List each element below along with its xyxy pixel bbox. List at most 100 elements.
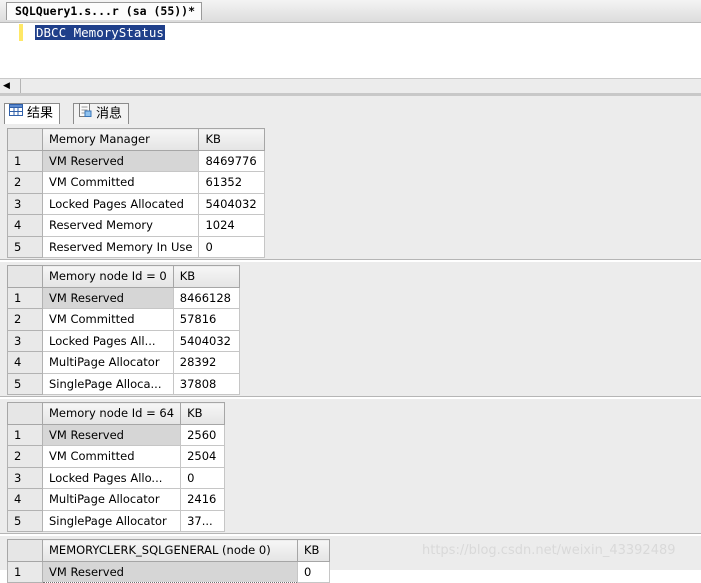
- table-row[interactable]: 3 Locked Pages Allo... 0: [7, 466, 226, 489]
- grid-header-row: MEMORYCLERK_SQLGENERAL (node 0) KB: [7, 539, 330, 562]
- document-tab-strip: SQLQuery1.s...r (sa (55))*: [0, 0, 701, 23]
- table-row[interactable]: 3 Locked Pages All... 5404032: [7, 329, 240, 352]
- grid-corner-cell[interactable]: [7, 128, 43, 151]
- grid-cell[interactable]: 8466128: [172, 286, 240, 309]
- result-grid-memory-node-0[interactable]: Memory node Id = 0 KB 1 VM Reserved 846612…: [7, 265, 240, 395]
- grid-corner-cell[interactable]: [7, 265, 43, 288]
- table-row[interactable]: 5 SinglePage Allocator 37...: [7, 509, 226, 532]
- grid-cell[interactable]: 2560: [180, 423, 226, 446]
- row-number[interactable]: 2: [7, 308, 43, 331]
- row-number[interactable]: 3: [7, 329, 43, 352]
- grid-splitter[interactable]: [0, 396, 701, 399]
- table-row[interactable]: 4 MultiPage Allocator 28392: [7, 351, 240, 374]
- column-header[interactable]: KB: [172, 265, 240, 288]
- grid-cell[interactable]: 2504: [180, 445, 226, 468]
- grid-cell[interactable]: 8469776: [198, 149, 266, 172]
- grid-cell[interactable]: MultiPage Allocator: [41, 488, 182, 511]
- row-number[interactable]: 2: [7, 171, 43, 194]
- query-text-selected[interactable]: DBCC MemoryStatus: [35, 25, 165, 40]
- tab-results[interactable]: 结果: [4, 103, 61, 124]
- row-number[interactable]: 5: [7, 509, 43, 532]
- grid-cell[interactable]: 61352: [198, 171, 266, 194]
- grid-cell[interactable]: 0: [198, 235, 266, 258]
- grid-cell[interactable]: Locked Pages Allo...: [41, 466, 182, 489]
- column-header[interactable]: KB: [180, 402, 226, 425]
- table-row[interactable]: 5 Reserved Memory In Use 0: [7, 235, 266, 258]
- grid-cell[interactable]: MultiPage Allocator: [42, 351, 174, 374]
- grid-cell[interactable]: 5404032: [198, 192, 266, 215]
- grid-cell-selected[interactable]: VM Reserved: [42, 560, 298, 583]
- grid-splitter[interactable]: [0, 533, 701, 536]
- scroll-left-icon[interactable]: ◀: [3, 80, 18, 92]
- grid-cell[interactable]: VM Committed: [41, 445, 182, 468]
- row-number[interactable]: 4: [7, 351, 43, 374]
- grid-cell[interactable]: Reserved Memory: [41, 214, 200, 237]
- grid-splitter[interactable]: [0, 259, 701, 262]
- grid-cell[interactable]: 5404032: [172, 329, 240, 352]
- grid-header-row: Memory Manager KB: [7, 128, 266, 151]
- code-area[interactable]: DBCC MemoryStatus: [0, 22, 701, 78]
- result-grid-memory-node-64[interactable]: Memory node Id = 64 KB 1 VM Reserved 2560 …: [7, 402, 226, 532]
- grid-cell[interactable]: 0: [180, 466, 226, 489]
- grid-cell[interactable]: 0: [297, 560, 330, 583]
- row-number[interactable]: 5: [7, 372, 43, 395]
- grid-cell[interactable]: Locked Pages Allocated: [41, 192, 200, 215]
- grid-corner-cell[interactable]: [7, 539, 43, 562]
- grid-cell[interactable]: Reserved Memory In Use: [41, 235, 200, 258]
- grid-cell[interactable]: VM Committed: [41, 171, 200, 194]
- row-number[interactable]: 4: [7, 214, 43, 237]
- row-number[interactable]: 2: [7, 445, 43, 468]
- grid-cell[interactable]: SinglePage Allocator: [41, 509, 182, 532]
- grid-header-row: Memory node Id = 0 KB: [7, 265, 240, 288]
- table-row[interactable]: 2 VM Committed 61352: [7, 171, 266, 194]
- row-number[interactable]: 1: [7, 286, 43, 309]
- grid-cell[interactable]: Locked Pages All...: [42, 329, 174, 352]
- grid-header-row: Memory node Id = 64 KB: [7, 402, 226, 425]
- query-editor[interactable]: SQLQuery1.s...r (sa (55))* DBCC MemorySt…: [0, 0, 701, 95]
- grid-cell[interactable]: 1024: [198, 214, 266, 237]
- column-header[interactable]: Memory node Id = 0: [42, 265, 174, 288]
- table-row[interactable]: 1 VM Reserved 8466128: [7, 286, 240, 309]
- table-row[interactable]: 3 Locked Pages Allocated 5404032: [7, 192, 266, 215]
- tab-messages-label: 消息: [96, 106, 123, 122]
- grid-cell[interactable]: 57816: [172, 308, 240, 331]
- grid-cell-selected[interactable]: VM Reserved: [41, 423, 182, 446]
- grid-cell[interactable]: VM Committed: [42, 308, 174, 331]
- row-number[interactable]: 4: [7, 488, 43, 511]
- row-number[interactable]: 5: [7, 235, 43, 258]
- row-number[interactable]: 1: [7, 423, 43, 446]
- table-row[interactable]: 4 MultiPage Allocator 2416: [7, 488, 226, 511]
- column-header[interactable]: KB: [297, 539, 330, 562]
- table-row[interactable]: 1 VM Reserved 8469776: [7, 149, 266, 172]
- grid-corner-cell[interactable]: [7, 402, 43, 425]
- row-number[interactable]: 1: [7, 149, 43, 172]
- grid-cell-selected[interactable]: VM Reserved: [41, 149, 200, 172]
- table-row[interactable]: 2 VM Committed 57816: [7, 308, 240, 331]
- query-document-tab[interactable]: SQLQuery1.s...r (sa (55))*: [6, 2, 203, 20]
- grid-cell[interactable]: 2416: [180, 488, 226, 511]
- row-number[interactable]: 1: [7, 560, 43, 583]
- editor-horizontal-scrollbar[interactable]: ◀: [0, 78, 701, 94]
- tab-messages[interactable]: 消息: [73, 103, 130, 124]
- grid-cell[interactable]: 37...: [180, 509, 226, 532]
- tab-results-label: 结果: [27, 106, 54, 121]
- column-header[interactable]: MEMORYCLERK_SQLGENERAL (node 0): [42, 539, 298, 562]
- row-number[interactable]: 3: [7, 466, 43, 489]
- result-grid-memory-manager[interactable]: Memory Manager KB 1 VM Reserved 8469776 2V…: [7, 128, 266, 258]
- result-grid-memoryclerk-sqlgeneral[interactable]: MEMORYCLERK_SQLGENERAL (node 0) KB 1 VM R…: [7, 539, 330, 583]
- column-header[interactable]: KB: [198, 128, 266, 151]
- column-header[interactable]: Memory Manager: [41, 128, 200, 151]
- watermark-text: https://blog.csdn.net/weixin_43392489: [422, 543, 676, 558]
- grid-cell-selected[interactable]: VM Reserved: [42, 286, 174, 309]
- row-number[interactable]: 3: [7, 192, 43, 215]
- column-header[interactable]: Memory node Id = 64: [41, 402, 182, 425]
- table-row[interactable]: 1 VM Reserved 0: [7, 560, 330, 583]
- table-row[interactable]: 5 SinglePage Alloca... 37808: [7, 372, 240, 395]
- table-row[interactable]: 4 Reserved Memory 1024: [7, 214, 266, 237]
- table-row[interactable]: 2 VM Committed 2504: [7, 445, 226, 468]
- results-pane: 结果 消息 Memory Manager KB 1 VM Reserved 8469…: [0, 96, 701, 583]
- grid-cell[interactable]: 37808: [172, 372, 240, 395]
- grid-cell[interactable]: 28392: [172, 351, 240, 374]
- table-row[interactable]: 1 VM Reserved 2560: [7, 423, 226, 446]
- grid-cell[interactable]: SinglePage Alloca...: [42, 372, 174, 395]
